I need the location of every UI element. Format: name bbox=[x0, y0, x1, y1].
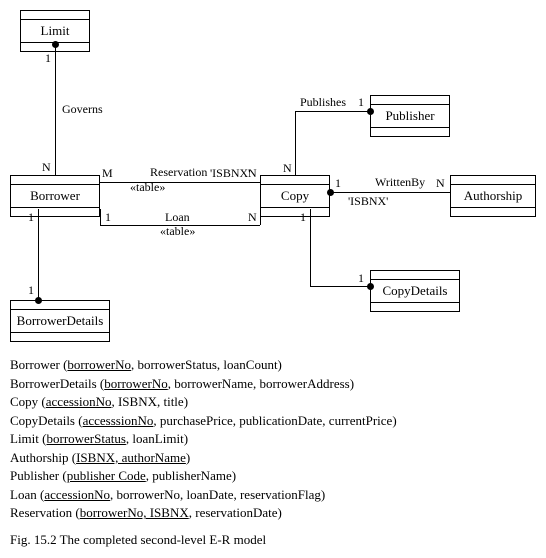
entity-copydetails: CopyDetails bbox=[370, 270, 460, 312]
schema-borrower: Borrower (borrowerNo, borrowerStatus, lo… bbox=[10, 356, 546, 374]
entity-limit-label: Limit bbox=[21, 19, 89, 43]
dot bbox=[367, 108, 374, 115]
rel-borrowerdetails-line bbox=[38, 209, 39, 300]
rel-reservation-key: 'ISBNX' bbox=[210, 166, 250, 181]
er-diagram: Limit Borrower BorrowerDetails Copy Copy… bbox=[10, 10, 536, 350]
rel-publishes-h bbox=[295, 111, 370, 112]
card-loan-1: 1 bbox=[105, 210, 111, 225]
card-res-n: N bbox=[248, 166, 257, 181]
rel-reservation-line bbox=[100, 182, 260, 183]
dot bbox=[52, 41, 59, 48]
card-governs-n: N bbox=[42, 160, 51, 175]
schema-publisher: Publisher (publisher Code, publisherName… bbox=[10, 467, 546, 485]
schema-limit: Limit (borrowerStatus, loanLimit) bbox=[10, 430, 546, 448]
rel-copydetails-v bbox=[310, 209, 311, 286]
dot bbox=[367, 283, 374, 290]
schema-reservation: Reservation (borrowerNo, ISBNX, reservat… bbox=[10, 504, 546, 522]
entity-borrower-label: Borrower bbox=[11, 184, 99, 208]
schema-loan: Loan (accessionNo, borrowerNo, loanDate,… bbox=[10, 486, 546, 504]
entity-copy-label: Copy bbox=[261, 184, 329, 208]
card-pub-1: 1 bbox=[358, 95, 364, 110]
rel-writtenby-line bbox=[330, 192, 450, 193]
rel-writtenby-label: WrittenBy bbox=[375, 175, 425, 190]
schema-authorship: Authorship (ISBNX, authorName) bbox=[10, 449, 546, 467]
rel-publishes-label: Publishes bbox=[300, 95, 346, 110]
card-wb-n: N bbox=[436, 176, 445, 191]
schema-borrowerdetails: BorrowerDetails (borrowerNo, borrowerNam… bbox=[10, 375, 546, 393]
rel-loan-line-v1 bbox=[100, 209, 101, 225]
entity-publisher: Publisher bbox=[370, 95, 450, 137]
entity-borrower: Borrower bbox=[10, 175, 100, 217]
rel-governs-label: Governs bbox=[62, 102, 103, 117]
card-loan-n: N bbox=[248, 210, 257, 225]
card-pub-n: N bbox=[283, 161, 292, 176]
rel-publishes-v bbox=[295, 111, 296, 175]
card-bd-top: 1 bbox=[28, 210, 34, 225]
card-res-m: M bbox=[102, 166, 113, 181]
card-cd-top: 1 bbox=[300, 210, 306, 225]
schema-copydetails: CopyDetails (accesssionNo, purchasePrice… bbox=[10, 412, 546, 430]
rel-loan-label: Loan bbox=[165, 210, 190, 225]
entity-publisher-label: Publisher bbox=[371, 104, 449, 128]
dot bbox=[327, 189, 334, 196]
entity-authorship-label: Authorship bbox=[451, 184, 535, 208]
rel-loan-line-v2 bbox=[260, 209, 261, 225]
dot bbox=[35, 297, 42, 304]
entity-borrowerdetails-label: BorrowerDetails bbox=[11, 309, 109, 333]
card-bd-bot: 1 bbox=[28, 283, 34, 298]
entity-copy: Copy bbox=[260, 175, 330, 217]
card-cd-right: 1 bbox=[358, 271, 364, 286]
schema-listing: Borrower (borrowerNo, borrowerStatus, lo… bbox=[10, 356, 546, 522]
rel-governs-line bbox=[55, 44, 56, 175]
entity-authorship: Authorship bbox=[450, 175, 536, 217]
rel-copydetails-h bbox=[310, 286, 370, 287]
schema-copy: Copy (accessionNo, ISBNX, title) bbox=[10, 393, 546, 411]
rel-reservation-stereo: «table» bbox=[130, 180, 165, 195]
entity-borrowerdetails: BorrowerDetails bbox=[10, 300, 110, 342]
card-wb-1: 1 bbox=[335, 176, 341, 191]
card-governs-1: 1 bbox=[45, 51, 51, 66]
rel-loan-stereo: «table» bbox=[160, 224, 195, 239]
entity-copydetails-label: CopyDetails bbox=[371, 279, 459, 303]
rel-writtenby-key: 'ISBNX' bbox=[348, 194, 388, 209]
figure-caption: Fig. 15.2 The completed second-level E-R… bbox=[10, 532, 546, 548]
rel-reservation-label: Reservation bbox=[150, 165, 207, 180]
